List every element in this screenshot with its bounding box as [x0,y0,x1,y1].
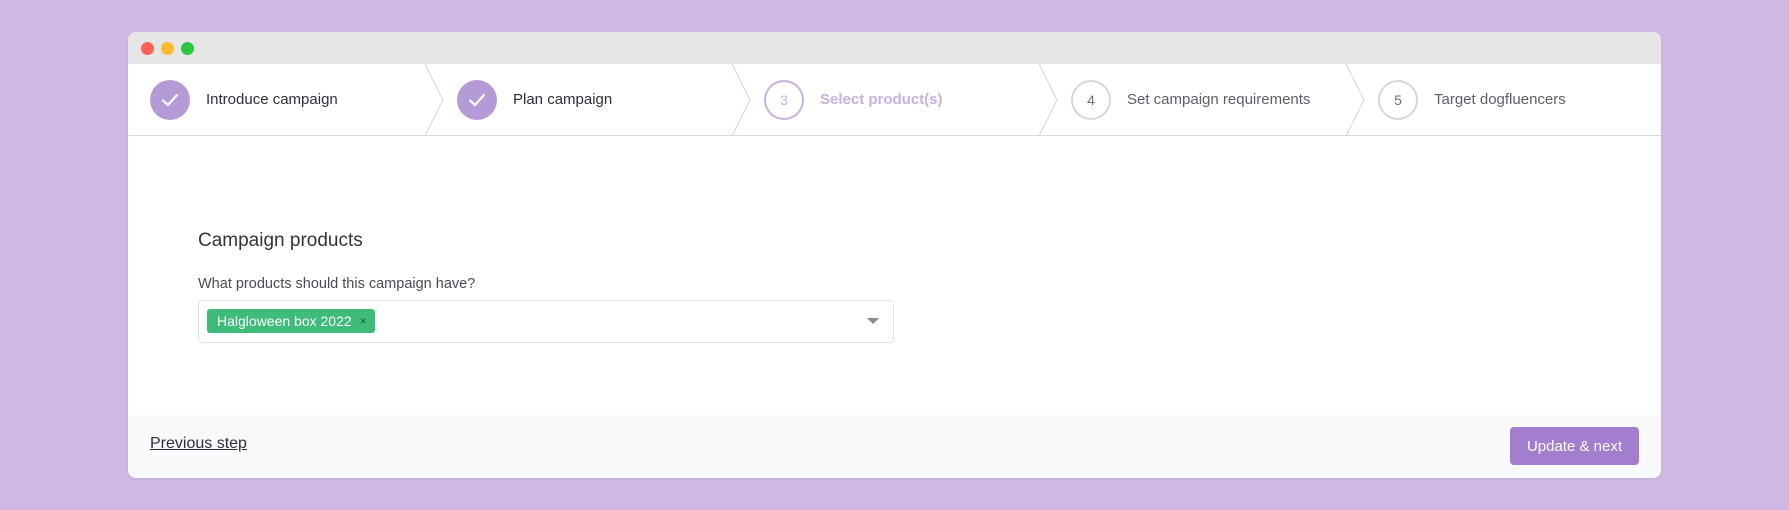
campaign-stepper: Introduce campaign Plan campaign 3 Selec… [128,64,1661,136]
step-introduce-campaign[interactable]: Introduce campaign [128,64,444,136]
step-label: Set campaign requirements [1127,91,1311,108]
form-content: Campaign products What products should t… [128,136,1661,414]
step-label: Target dogfluencers [1434,91,1566,108]
close-window-icon[interactable] [141,42,154,55]
step-target-dogfluencers[interactable]: 5 Target dogfluencers [1356,64,1661,136]
products-field-label: What products should this campaign have? [198,276,476,292]
step-plan-campaign[interactable]: Plan campaign [435,64,751,136]
step-number: 4 [1071,80,1111,120]
window-titlebar [128,32,1661,64]
wizard-footer: Previous step Update & next [128,415,1661,478]
step-label: Select product(s) [820,91,943,108]
previous-step-link[interactable]: Previous step [150,435,247,453]
chevron-down-icon[interactable] [867,318,879,324]
step-number: 3 [764,80,804,120]
step-label: Plan campaign [513,91,613,108]
selected-product-tag: Halgloween box 2022 × [207,309,375,333]
maximize-window-icon[interactable] [181,42,194,55]
step-label: Introduce campaign [206,91,338,108]
check-icon [150,80,190,120]
minimize-window-icon[interactable] [161,42,174,55]
check-icon [457,80,497,120]
step-select-products[interactable]: 3 Select product(s) [742,64,1058,136]
section-title: Campaign products [198,230,363,251]
update-and-next-button[interactable]: Update & next [1509,427,1639,465]
remove-tag-icon[interactable]: × [360,314,367,328]
step-set-campaign-requirements[interactable]: 4 Set campaign requirements [1049,64,1365,136]
app-window: Introduce campaign Plan campaign 3 Selec… [128,32,1661,478]
step-number: 5 [1378,80,1418,120]
products-multiselect[interactable]: Halgloween box 2022 × [198,300,894,343]
tag-label: Halgloween box 2022 [217,313,352,329]
